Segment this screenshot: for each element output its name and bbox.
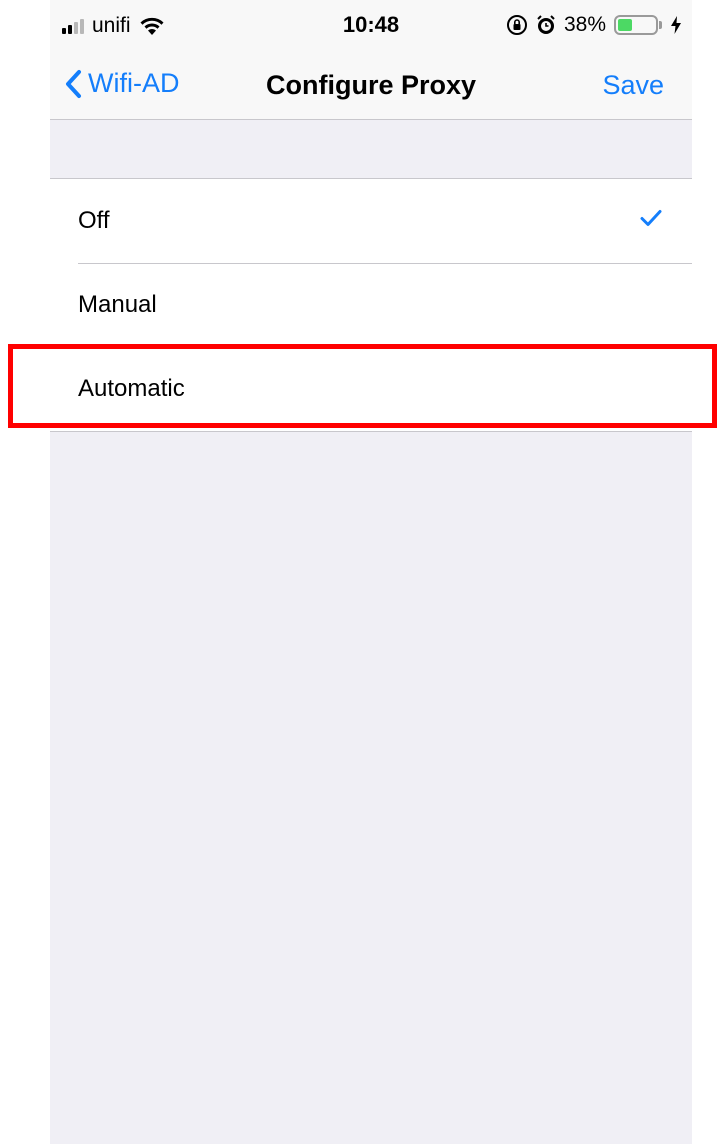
option-label: Off <box>78 207 110 234</box>
charging-bolt-icon <box>671 16 681 34</box>
battery-icon <box>614 15 658 35</box>
status-bar: unifi 10:48 38% <box>50 0 692 52</box>
page-title: Configure Proxy <box>265 70 477 100</box>
option-manual[interactable]: Manual <box>50 263 692 347</box>
option-automatic[interactable]: Automatic <box>50 347 692 431</box>
battery-percent: 38% <box>563 13 606 36</box>
navigation-bar: Wifi-AD Configure Proxy Save <box>50 52 692 120</box>
option-off[interactable]: Off <box>50 179 692 263</box>
alarm-icon <box>537 15 555 34</box>
proxy-options-list: Off Manual Automatic <box>50 178 692 432</box>
option-label: Automatic <box>78 375 185 402</box>
option-label: Manual <box>78 291 157 318</box>
phone-screen: unifi 10:48 38% Wifi-AD Configure Proxy … <box>50 0 692 1144</box>
battery-fill <box>618 19 632 31</box>
battery-nub <box>659 21 662 29</box>
checkmark-icon <box>640 210 662 226</box>
status-right: 38% <box>506 13 682 37</box>
rotation-lock-icon <box>506 15 527 35</box>
save-button[interactable]: Save <box>602 70 664 101</box>
